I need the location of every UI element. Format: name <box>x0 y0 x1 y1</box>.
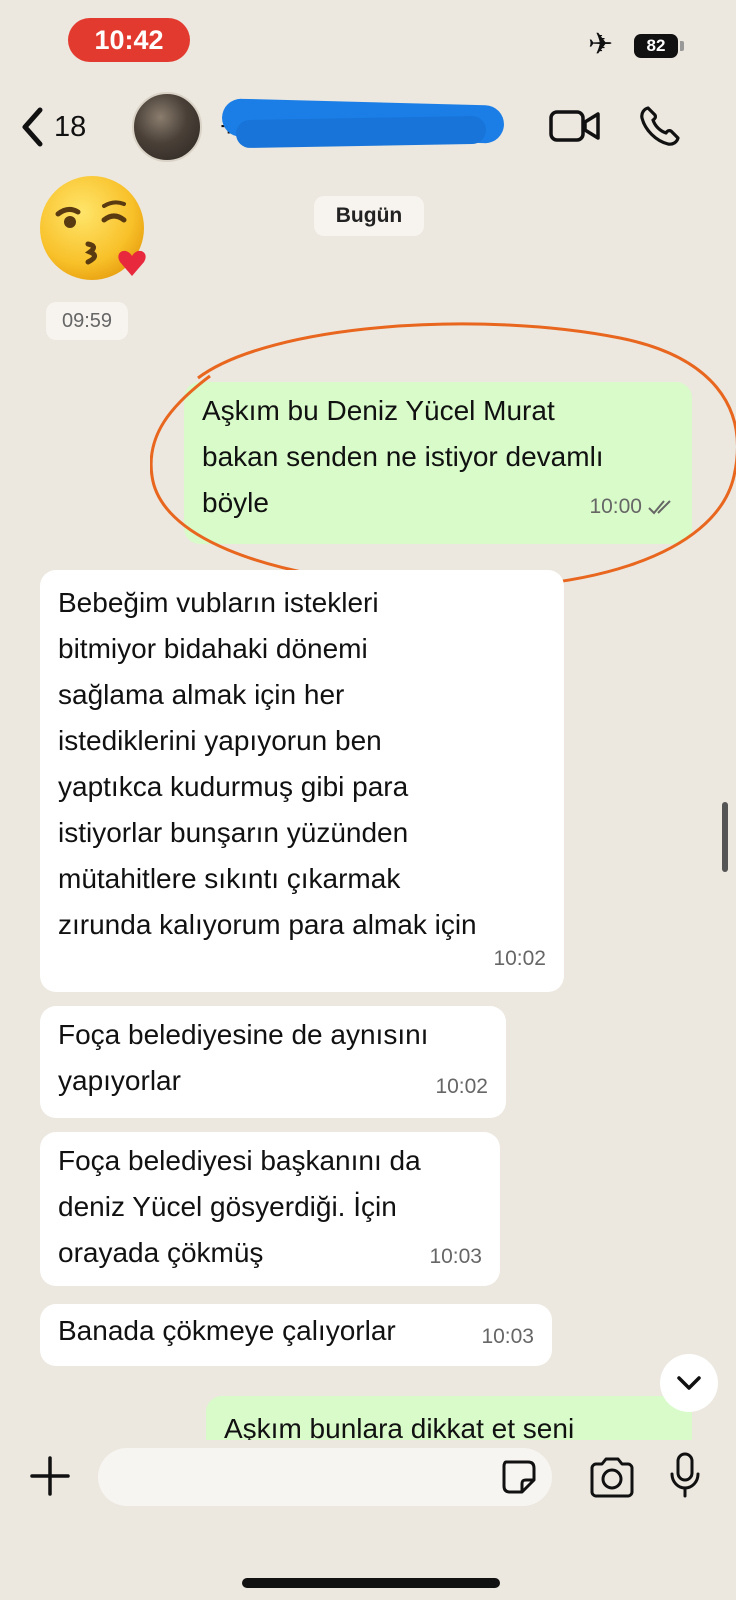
message-input[interactable] <box>98 1448 552 1506</box>
chevron-down-icon <box>677 1376 701 1390</box>
video-call-icon[interactable] <box>548 106 602 146</box>
message-time: 10:03 <box>429 1245 482 1268</box>
message-line: Banada çökmeye çalıyorlar <box>58 1315 396 1346</box>
message-composer <box>0 1440 736 1600</box>
status-time: 10:42 <box>68 18 190 62</box>
airplane-icon: ✈ <box>588 28 614 61</box>
contact-avatar[interactable] <box>132 92 202 162</box>
kissing-face-emoji <box>40 176 146 280</box>
unread-count: 18 <box>54 110 87 143</box>
message-line: yapıyorlar <box>58 1065 181 1096</box>
message-line: zırunda kalıyorum para almak için <box>58 909 477 940</box>
message-line: orayada çökmüş <box>58 1237 264 1268</box>
message-line: deniz Yücel gösyerdiği. İçin <box>58 1191 397 1222</box>
incoming-message[interactable]: Bebeğim vubların istekleri bitmiyor bida… <box>40 570 564 992</box>
message-line: Foça belediyesine de aynısını <box>58 1019 429 1050</box>
plus-icon[interactable] <box>28 1454 72 1498</box>
back-button[interactable]: 18 <box>20 106 86 148</box>
status-bar: 10:42 ✈ 82 <box>0 0 736 80</box>
message-line: yaptıkca kudurmuş gibi para <box>58 771 409 802</box>
sticker-icon[interactable] <box>500 1458 538 1496</box>
incoming-message[interactable]: Foça belediyesi başkanını da deniz Yücel… <box>40 1132 500 1286</box>
battery-nub <box>680 41 684 51</box>
message-time: 10:02 <box>493 947 546 970</box>
message-line: istiyorlar bunşarın yüzünden <box>58 817 409 848</box>
incoming-message[interactable]: Banada çökmeye çalıyorlar 10:03 <box>40 1304 552 1366</box>
message-time: 10:00 <box>589 495 642 518</box>
incoming-message[interactable]: Foça belediyesine de aynısını yapıyorlar… <box>40 1006 506 1118</box>
message-time: 09:59 <box>46 302 128 340</box>
message-line: bitmiyor bidahaki dönemi <box>58 633 368 664</box>
message-line: mütahitlere sıkıntı çıkarmak <box>58 863 401 894</box>
date-separator: Bugün <box>314 196 424 236</box>
chat-header: 18 + <box>0 80 736 176</box>
message-line: Bebeğim vubların istekleri <box>58 587 379 618</box>
battery-level: 82 <box>634 34 678 58</box>
chevron-left-icon <box>22 107 43 147</box>
message-line: bakan senden ne istiyor devamlı <box>202 441 604 472</box>
outgoing-message[interactable]: Aşkım bu Deniz Yücel Murat bakan senden … <box>184 382 692 544</box>
camera-icon[interactable] <box>588 1456 636 1498</box>
microphone-icon[interactable] <box>668 1452 702 1500</box>
message-time: 10:03 <box>481 1325 534 1348</box>
message-line: Foça belediyesi başkanını da <box>58 1145 421 1176</box>
scroll-to-bottom-button[interactable] <box>660 1354 718 1412</box>
home-indicator[interactable] <box>242 1578 500 1588</box>
message-meta: 10:00 <box>589 484 674 530</box>
message-line: sağlama almak için her <box>58 679 345 710</box>
scroll-indicator[interactable] <box>722 802 728 872</box>
message-line: istediklerini yapıyorun ben <box>58 725 382 756</box>
message-line: Aşkım bu Deniz Yücel Murat <box>202 395 555 426</box>
message-time: 10:02 <box>435 1075 488 1098</box>
redaction-mark <box>235 115 487 149</box>
read-receipt-icon <box>648 500 671 515</box>
phone-icon[interactable] <box>638 104 682 148</box>
